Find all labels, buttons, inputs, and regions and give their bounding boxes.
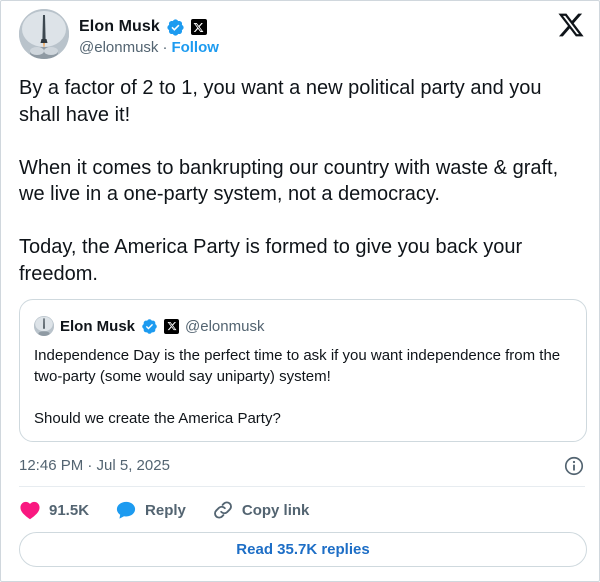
copy-link-label: Copy link [241,501,310,519]
reply-button[interactable]: Reply [115,500,186,520]
reply-label: Reply [145,501,186,519]
reply-bubble-icon [115,500,137,520]
tweet-header: Elon Musk @elonmusk · Follow [19,9,585,65]
tweet-card: Elon Musk @elonmusk · Follow By a factor… [0,0,600,582]
quoted-tweet-body: Independence Day is the perfect time to … [34,345,579,429]
quoted-paragraph: Independence Day is the perfect time to … [34,347,561,385]
quoted-tweet[interactable]: Elon Musk @elonmusk Independence Day is … [19,299,587,442]
author-handle[interactable]: @elonmusk [79,39,158,56]
quoted-author-avatar [34,316,54,336]
info-icon[interactable] [563,455,585,477]
divider [19,486,585,487]
like-button[interactable]: 91.5K [19,500,89,520]
author-avatar[interactable] [19,9,69,59]
quoted-author-handle: @elonmusk [185,317,265,335]
link-icon [212,499,234,521]
verified-badge-icon [166,18,185,37]
tweet-paragraph: When it comes to bankrupting our country… [19,156,559,206]
author-display-name[interactable]: Elon Musk [79,18,160,36]
read-replies-button[interactable]: Read 35.7K replies [19,532,587,567]
follow-button[interactable]: Follow [171,39,219,56]
copy-link-button[interactable]: Copy link [212,499,310,521]
heart-icon [19,500,41,520]
like-count: 91.5K [49,501,90,519]
quoted-tweet-header: Elon Musk @elonmusk [34,316,264,336]
verified-badge-icon [141,318,158,335]
x-affiliate-badge-icon [164,318,180,334]
action-bar: 91.5K Reply Copy link [19,497,335,523]
tweet-body: By a factor of 2 to 1, you want a new po… [19,75,579,287]
author-handle-row: @elonmusk · Follow [79,39,219,56]
author-name-row: Elon Musk [79,17,207,37]
tweet-paragraph: Today, the America Party is formed to gi… [19,236,523,285]
tweet-paragraph: By a factor of 2 to 1, you want a new po… [19,77,542,126]
x-logo-icon[interactable] [557,11,585,39]
rocket-launch-avatar-icon [19,9,69,59]
quoted-author-name: Elon Musk [60,317,136,335]
x-affiliate-badge-icon [190,19,207,35]
handle-separator: · [162,39,168,56]
tweet-timestamp[interactable]: 12:46 PM · Jul 5, 2025 [19,457,170,474]
quoted-paragraph: Should we create the America Party? [34,410,281,427]
